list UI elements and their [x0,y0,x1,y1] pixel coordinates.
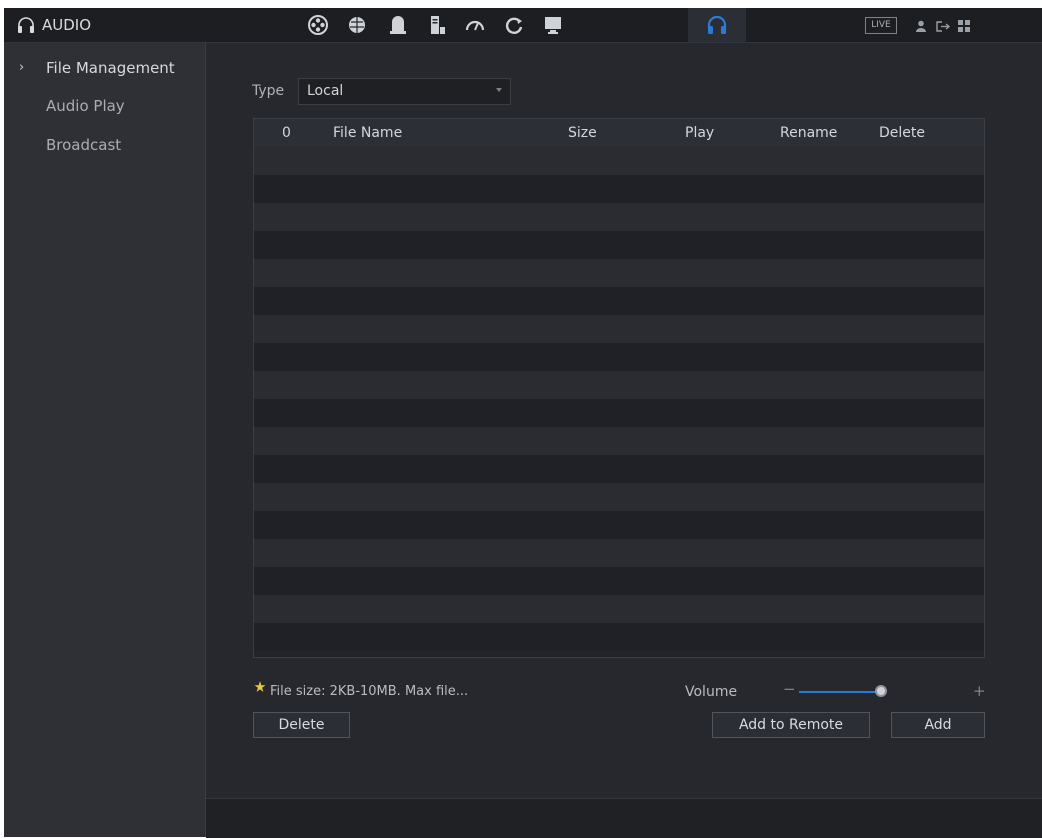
system-icon[interactable] [425,13,451,37]
table-row [254,483,984,511]
volume-decrease-button[interactable]: − [783,680,796,698]
logout-icon[interactable] [935,18,951,37]
user-icon[interactable] [915,18,927,37]
table-row [254,623,984,651]
file-table: 0 File Name Size Play Rename Delete [253,118,985,658]
sidebar-item-label: Audio Play [46,97,125,115]
table-row [254,147,984,175]
table-row [254,315,984,343]
performance-icon[interactable] [463,13,489,37]
display-icon[interactable] [541,13,567,37]
column-header-rename: Rename [780,125,838,141]
network-icon[interactable] [345,13,371,37]
delete-button[interactable]: Delete [253,712,350,738]
sidebar-item-label: Broadcast [46,136,122,154]
volume-label: Volume [685,684,738,700]
chevron-right-icon: › [19,60,25,75]
sidebar: › File Management Audio Play Broadcast [4,43,206,837]
audio-icon[interactable] [704,13,730,37]
maintenance-icon[interactable] [502,13,528,37]
volume-slider-handle[interactable] [875,685,887,697]
table-row [254,231,984,259]
volume-slider-track[interactable] [799,691,879,693]
table-row [254,539,984,567]
camera-icon[interactable] [306,13,332,37]
live-button[interactable]: LIVE [865,17,897,34]
tip-icon [253,680,267,700]
storage-icon[interactable] [386,13,412,37]
column-header-index: 0 [282,125,291,141]
sidebar-item-label: File Management [46,59,175,77]
table-row [254,175,984,203]
sidebar-item-broadcast[interactable]: Broadcast [4,126,205,164]
add-button[interactable]: Add [891,712,985,738]
table-row [254,287,984,315]
table-row [254,259,984,287]
table-row [254,567,984,595]
sidebar-item-file-management[interactable]: › File Management [4,49,205,87]
type-select[interactable]: Local [298,78,511,105]
table-row [254,343,984,371]
audio-window: AUDIO LIVE › File Management Audio Play … [4,8,1042,838]
column-header-file-name: File Name [333,125,403,141]
table-header: 0 File Name Size Play Rename Delete [254,119,984,147]
headphones-icon [16,16,36,38]
type-label: Type [252,83,285,99]
volume-increase-button[interactable]: + [973,682,986,700]
table-row [254,595,984,623]
grid-icon[interactable] [958,18,970,37]
table-row [254,427,984,455]
table-row [254,455,984,483]
table-row [254,371,984,399]
app-title: AUDIO [42,16,92,34]
table-row [254,511,984,539]
table-row [254,203,984,231]
add-to-remote-button[interactable]: Add to Remote [712,712,870,738]
status-bar [206,798,1042,838]
column-header-play: Play [685,125,715,141]
table-row [254,399,984,427]
type-select-value: Local [307,83,344,99]
sidebar-item-audio-play[interactable]: Audio Play [4,87,205,125]
column-header-delete: Delete [879,125,925,141]
top-bar: AUDIO LIVE [4,8,1042,43]
column-header-size: Size [568,125,597,141]
chevron-down-icon [496,88,502,92]
file-size-hint: File size: 2KB-10MB. Max file... [270,684,469,699]
